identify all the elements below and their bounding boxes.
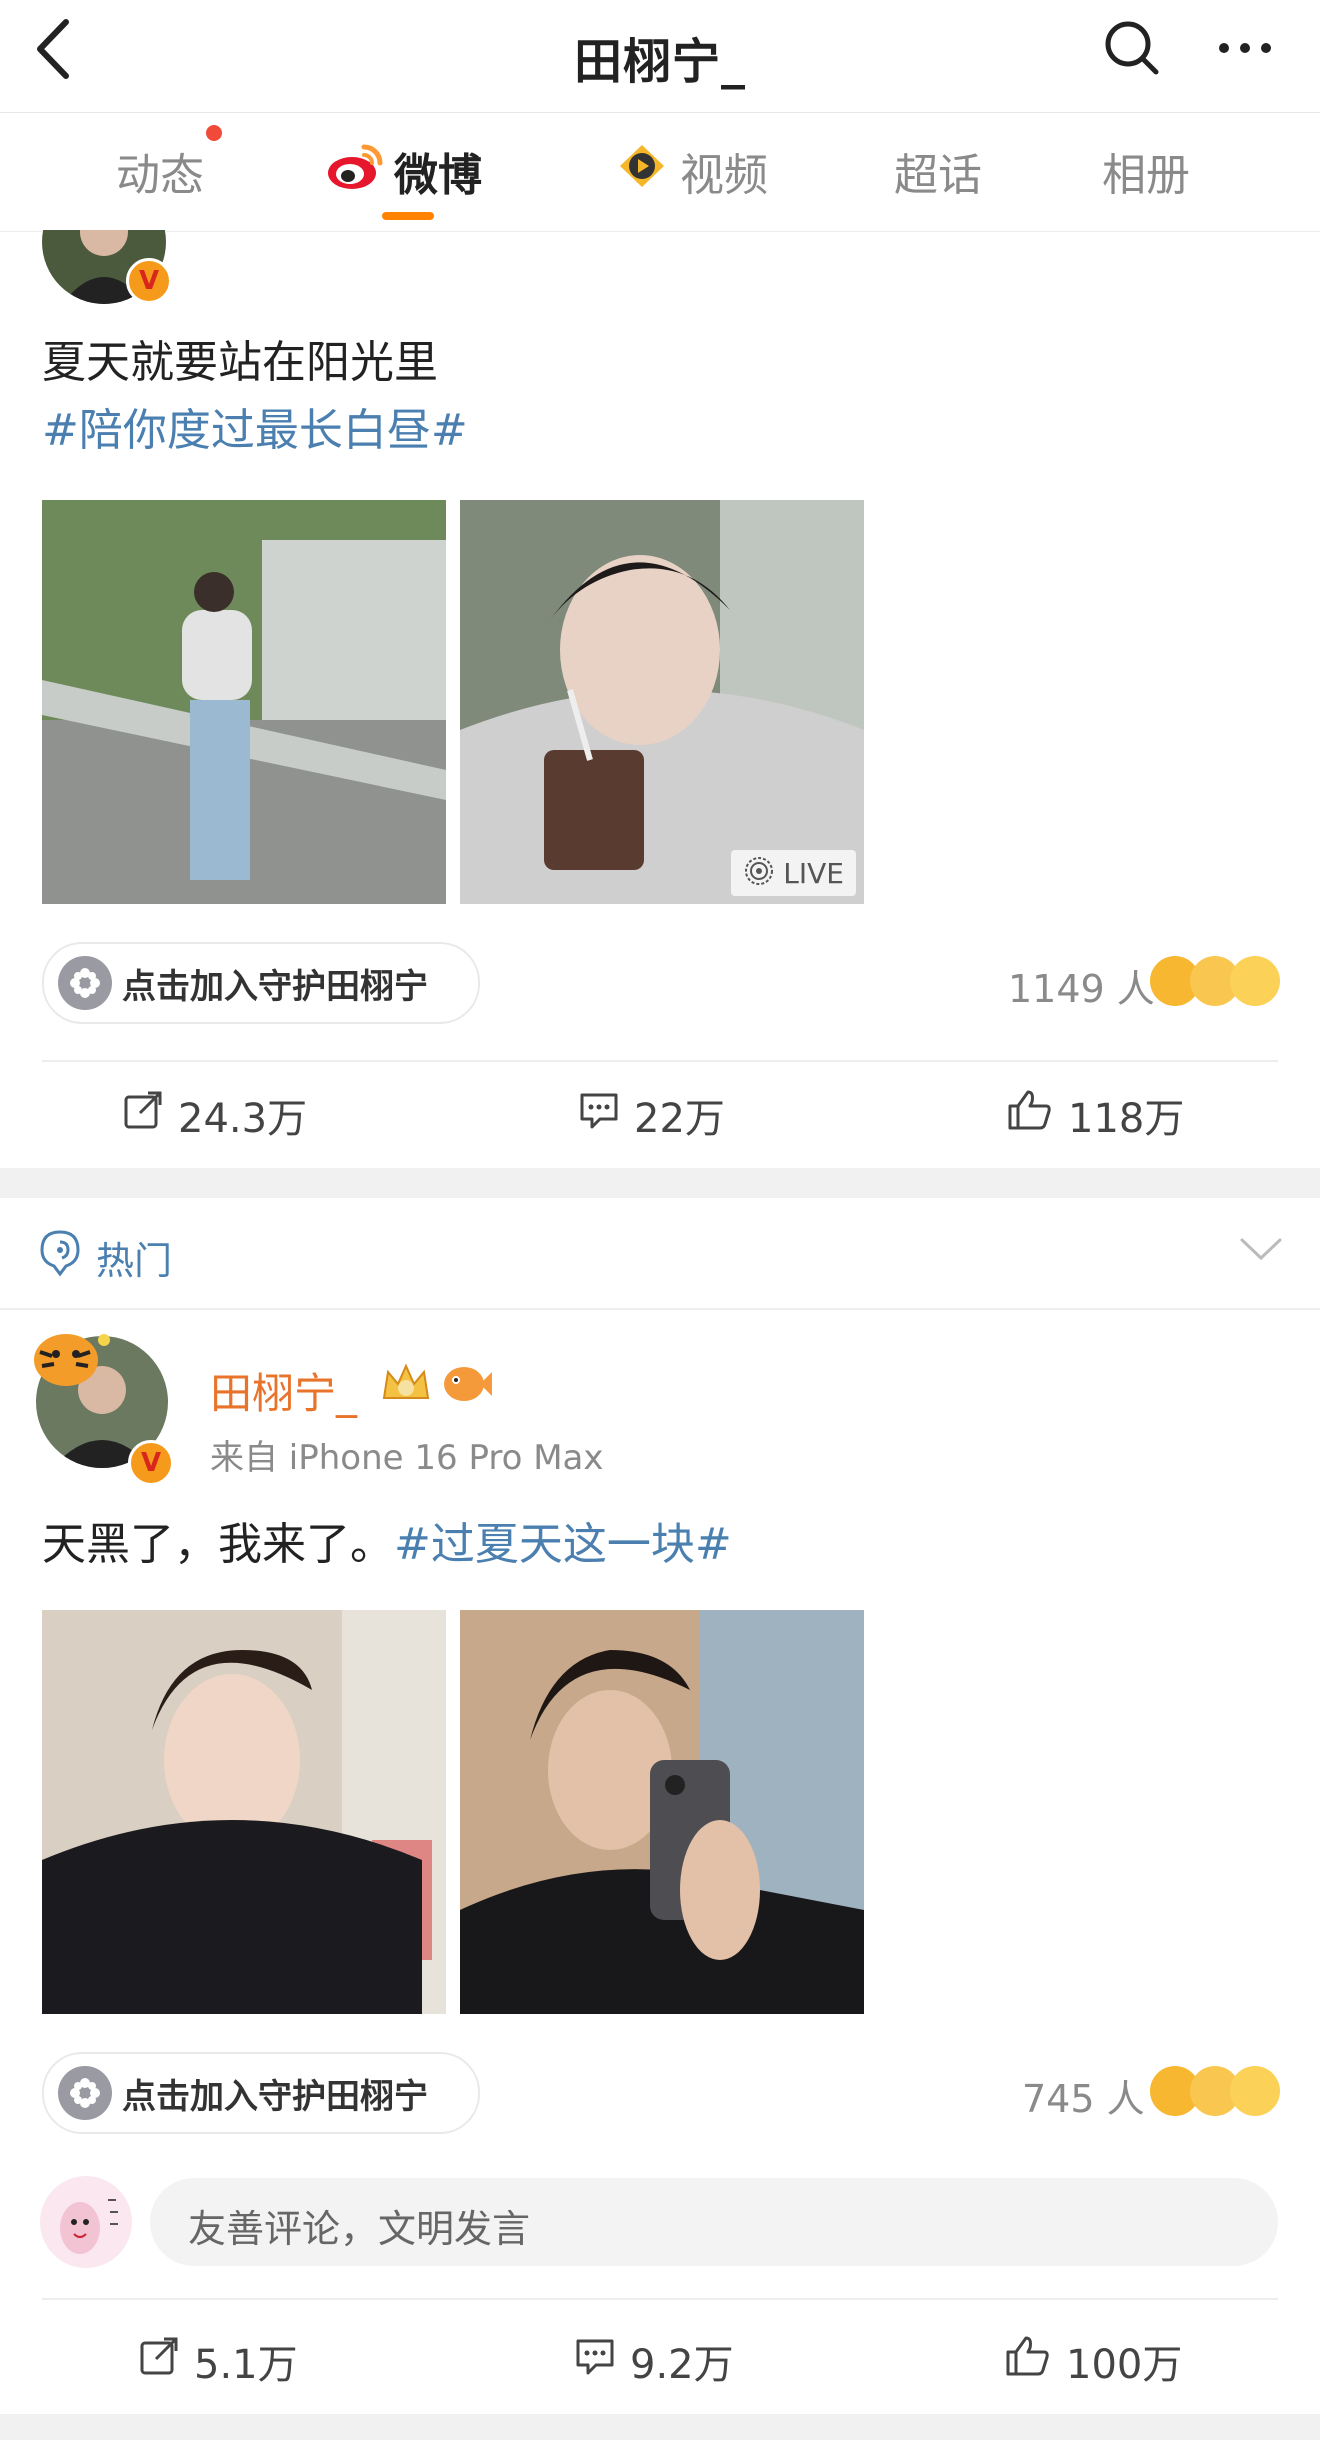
comment-icon [574, 2335, 616, 2387]
tab-super-topic[interactable]: 超话 [894, 141, 982, 201]
top-nav-bar: 田栩宁_ [0, 0, 1320, 113]
section-separator [0, 1168, 1320, 1198]
guard-count: 745 人 [1022, 2077, 1145, 2121]
like-count: 100万 [1066, 2342, 1183, 2388]
repost-button[interactable]: 24.3万 [122, 1086, 307, 1144]
more-icon[interactable] [1210, 16, 1280, 80]
comment-button[interactable]: 9.2万 [574, 2332, 734, 2390]
guard-count: 1149 人 [1008, 967, 1155, 1011]
hashtag-link[interactable]: #陪你度过最长白昼# [42, 398, 468, 464]
guard-join-button[interactable]: 点击加入守护田栩宁 [42, 942, 480, 1024]
author-name[interactable]: 田栩宁_ [210, 1360, 357, 1421]
comment-count: 22万 [634, 1096, 725, 1142]
post-image[interactable] [42, 500, 446, 904]
tab-label: 动态 [116, 150, 204, 201]
tab-label: 视频 [680, 150, 768, 201]
verified-badge-icon: V [126, 258, 172, 304]
verified-badge-icon: V [128, 1440, 174, 1486]
post-image[interactable] [460, 1610, 864, 2014]
repost-count: 5.1万 [194, 2342, 298, 2388]
profile-tabs: 动态 微博 视频 超话 相册 [0, 113, 1320, 232]
like-button[interactable]: 100万 [1004, 2332, 1182, 2390]
comment-placeholder: 友善评论，文明发言 [188, 2207, 531, 2251]
live-icon [743, 855, 775, 891]
hot-section-header[interactable]: 热门 [0, 1198, 1320, 1310]
thumbs-up-icon [1006, 1088, 1054, 1142]
share-icon [138, 2335, 180, 2387]
guard-label: 点击加入守护田栩宁 [122, 2076, 428, 2117]
repost-count: 24.3万 [178, 1096, 308, 1142]
thumbs-up-icon [1004, 2334, 1052, 2388]
tab-album[interactable]: 相册 [1102, 141, 1190, 201]
video-icon [614, 141, 670, 202]
tiger-avatar-pendant-icon [30, 1326, 114, 1394]
search-icon[interactable] [1100, 16, 1164, 80]
hashtag-link[interactable]: #过夏天这一块# [394, 1519, 732, 1570]
guard-join-button[interactable]: 点击加入守护田栩宁 [42, 2052, 480, 2134]
comment-count: 9.2万 [630, 2342, 734, 2388]
divider [42, 2298, 1278, 2300]
post-source: 来自 iPhone 16 Pro Max [210, 1438, 604, 1478]
divider [42, 1060, 1278, 1062]
tab-video[interactable]: 视频 [614, 141, 768, 201]
comment-button[interactable]: 22万 [578, 1086, 725, 1144]
share-icon [122, 1089, 164, 1141]
fish-badge-icon [440, 1360, 494, 1410]
reaction-emojis [1150, 2066, 1280, 2120]
tab-label: 相册 [1102, 150, 1190, 201]
tab-weibo[interactable]: 微博 [326, 141, 482, 201]
vip-crown-icon [378, 1358, 434, 1412]
guard-label: 点击加入守护田栩宁 [122, 966, 428, 1007]
hot-topic-icon [38, 1228, 82, 1282]
reaction-emojis [1150, 956, 1280, 1010]
hot-label: 热门 [96, 1239, 173, 1283]
post-image[interactable] [42, 1610, 446, 2014]
active-tab-indicator [382, 212, 434, 220]
weibo-logo-icon [326, 141, 384, 202]
flower-icon [58, 956, 112, 1010]
post-text: 天黑了，我来了。 [42, 1519, 394, 1570]
like-button[interactable]: 118万 [1006, 1086, 1184, 1144]
post-text: 夏天就要站在阳光里 [42, 337, 438, 388]
repost-button[interactable]: 5.1万 [138, 2332, 298, 2390]
tab-label: 超话 [894, 150, 982, 201]
tab-dynamic[interactable]: 动态 [116, 141, 204, 201]
section-separator [0, 2414, 1320, 2440]
user-avatar[interactable] [40, 2176, 132, 2268]
shocked-emoji-icon [1230, 2066, 1280, 2116]
post-image[interactable]: LIVE [460, 500, 864, 904]
comment-icon [578, 1089, 620, 1141]
tab-label: 微博 [394, 150, 482, 201]
live-photo-badge: LIVE [731, 850, 856, 896]
flower-icon [58, 2066, 112, 2120]
notification-dot [206, 125, 222, 141]
live-label: LIVE [783, 856, 844, 890]
shocked-emoji-icon [1230, 956, 1280, 1006]
chevron-down-icon[interactable] [1238, 1234, 1284, 1268]
comment-input[interactable]: 友善评论，文明发言 [150, 2178, 1278, 2266]
post-text-line: 天黑了，我来了。#过夏天这一块# [42, 1512, 732, 1578]
like-count: 118万 [1068, 1096, 1185, 1142]
